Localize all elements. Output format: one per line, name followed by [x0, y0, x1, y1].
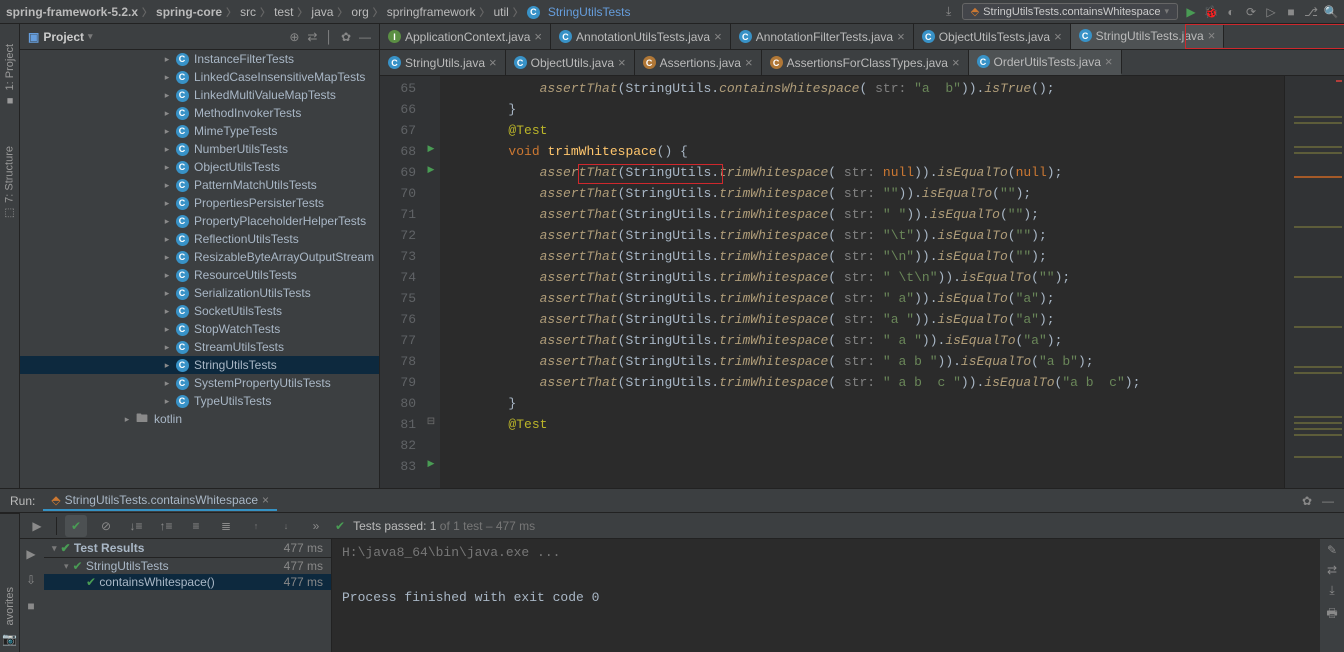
git-button[interactable]: ⎇: [1304, 5, 1318, 19]
print-icon[interactable]: 🖶: [1326, 604, 1337, 625]
tree-item[interactable]: ▸CStringUtilsTests: [20, 356, 379, 374]
sort2-icon[interactable]: ↑≡: [155, 515, 177, 537]
tree-item[interactable]: ▸CObjectUtilsTests: [20, 158, 379, 176]
down-icon[interactable]: ↓: [275, 515, 297, 537]
close-icon[interactable]: ×: [618, 55, 626, 70]
editor-tab[interactable]: COrderUtilsTests.java×: [969, 50, 1122, 75]
tree-item[interactable]: ▸CNumberUtilsTests: [20, 140, 379, 158]
editor-tab[interactable]: CAnnotationFilterTests.java×: [731, 24, 914, 49]
up-icon[interactable]: ↑: [245, 515, 267, 537]
editor-area: IApplicationContext.java×CAnnotationUtil…: [380, 24, 1344, 488]
collapse-icon[interactable]: │: [325, 30, 333, 44]
editor-tab[interactable]: CAssertions.java×: [635, 50, 762, 75]
editor-tab[interactable]: CObjectUtilsTests.java×: [914, 24, 1071, 49]
hide-icon[interactable]: —: [359, 30, 371, 44]
tree-item[interactable]: ▸CInstanceFilterTests: [20, 50, 379, 68]
wrap-icon[interactable]: ⇄: [1327, 563, 1337, 577]
editor-tab[interactable]: CObjectUtils.java×: [506, 50, 635, 75]
run-panel: Run: ⬘ StringUtilsTests.containsWhitespa…: [0, 488, 1344, 652]
close-icon[interactable]: ×: [489, 55, 497, 70]
cont-button[interactable]: ▷: [1264, 5, 1278, 19]
editor-tab[interactable]: CStringUtils.java×: [380, 50, 506, 75]
hide-icon[interactable]: —: [1322, 494, 1334, 508]
run-config-dropdown[interactable]: ⬘ StringUtilsTests.containsWhitespace ▾: [962, 3, 1178, 20]
show-passed-icon[interactable]: ✔: [65, 515, 87, 537]
edit-icon[interactable]: ✎: [1327, 543, 1337, 557]
breadcrumb-bar: spring-framework-5.2.x〉spring-core〉src〉t…: [0, 0, 1344, 24]
settings-icon[interactable]: ✿: [341, 30, 351, 44]
minimap[interactable]: [1284, 76, 1344, 488]
tree-item[interactable]: ▸CLinkedCaseInsensitiveMapTests: [20, 68, 379, 86]
tree-item[interactable]: ▸CMimeTypeTests: [20, 122, 379, 140]
editor-tab[interactable]: CStringUtilsTests.java×: [1071, 24, 1225, 49]
tree-item[interactable]: ▸CSystemPropertyUtilsTests: [20, 374, 379, 392]
locate-icon[interactable]: ⊕: [289, 30, 299, 44]
tree-item[interactable]: ▸CPropertiesPersisterTests: [20, 194, 379, 212]
tree-item[interactable]: ▸CTypeUtilsTests: [20, 392, 379, 410]
run-title: Run:: [10, 494, 35, 508]
close-icon[interactable]: ×: [1054, 29, 1062, 44]
coverage-button[interactable]: ◐: [1224, 5, 1238, 19]
tree-item[interactable]: ▸CMethodInvokerTests: [20, 104, 379, 122]
scroll-end-icon[interactable]: ⤓: [1329, 583, 1334, 598]
tree-item[interactable]: ▸CStopWatchTests: [20, 320, 379, 338]
test-status: Tests passed: 1 of 1 test – 477 ms: [353, 519, 535, 533]
editor-tab[interactable]: CAssertionsForClassTypes.java×: [762, 50, 969, 75]
tree-item[interactable]: ▸CResizableByteArrayOutputStream: [20, 248, 379, 266]
test-row[interactable]: ✔ containsWhitespace()477 ms: [44, 574, 331, 590]
stop-side-button[interactable]: ■: [20, 595, 42, 617]
tree-item[interactable]: ▸CPropertyPlaceholderHelperTests: [20, 212, 379, 230]
tab-favorites[interactable]: avorites: [4, 587, 16, 626]
scroll-icon[interactable]: ⇄: [307, 30, 317, 44]
close-icon[interactable]: ×: [1105, 54, 1113, 69]
tree-item[interactable]: ▸CSocketUtilsTests: [20, 302, 379, 320]
pass-icon: ✔: [335, 519, 345, 533]
rerun-side-button[interactable]: ▶: [20, 543, 42, 565]
tree-item[interactable]: ▸CPatternMatchUtilsTests: [20, 176, 379, 194]
tree-item[interactable]: ▸CLinkedMultiValueMapTests: [20, 86, 379, 104]
close-icon[interactable]: ×: [897, 29, 905, 44]
expand-icon[interactable]: ≡: [185, 515, 207, 537]
search-button[interactable]: 🔍: [1324, 5, 1338, 19]
close-icon[interactable]: ×: [534, 29, 542, 44]
project-title[interactable]: ▣Project▾: [28, 30, 93, 44]
toggle-button[interactable]: ⇩: [20, 569, 42, 591]
run-button[interactable]: ▶: [1184, 5, 1198, 19]
breadcrumb[interactable]: spring-framework-5.2.x〉spring-core〉src〉t…: [6, 4, 631, 19]
tree-item[interactable]: ▸CResourceUtilsTests: [20, 266, 379, 284]
collapse-icon[interactable]: ≣: [215, 515, 237, 537]
close-icon[interactable]: ×: [745, 55, 753, 70]
close-icon[interactable]: ×: [1208, 28, 1216, 43]
build-icon[interactable]: ⤓: [942, 5, 956, 19]
test-row[interactable]: ▾✔ StringUtilsTests477 ms: [44, 558, 331, 574]
sort-icon[interactable]: ↓≡: [125, 515, 147, 537]
console-output[interactable]: H:\java8_64\bin\java.exe ... Process fin…: [332, 539, 1320, 652]
rerun-button[interactable]: ▶: [26, 515, 48, 537]
stop-button[interactable]: ■: [1284, 5, 1298, 19]
export-icon[interactable]: »: [305, 515, 327, 537]
tree-item[interactable]: ▸CSerializationUtilsTests: [20, 284, 379, 302]
tab-structure[interactable]: ⬚7: Structure: [3, 146, 16, 220]
project-panel: ▣Project▾ ⊕ ⇄ │ ✿ — ▸CInstanceFilterTest…: [20, 24, 380, 488]
close-icon[interactable]: ×: [952, 55, 960, 70]
tab-project[interactable]: ■1: Project: [4, 44, 16, 106]
debug-button[interactable]: 🐞: [1204, 5, 1218, 19]
show-ignored-icon[interactable]: ⊘: [95, 515, 117, 537]
editor-tab[interactable]: IApplicationContext.java×: [380, 24, 551, 49]
editor-tab[interactable]: CAnnotationUtilsTests.java×: [551, 24, 731, 49]
close-icon[interactable]: ×: [714, 29, 722, 44]
tree-item[interactable]: ▸CReflectionUtilsTests: [20, 230, 379, 248]
gear-icon[interactable]: ✿: [1302, 494, 1312, 508]
profile-button[interactable]: ⟳: [1244, 5, 1258, 19]
camera-icon[interactable]: 📷: [2, 632, 17, 646]
left-tool-strip: ■1: Project ⬚7: Structure: [0, 24, 20, 488]
run-tab[interactable]: ⬘ StringUtilsTests.containsWhitespace ×: [43, 491, 277, 511]
test-results-header[interactable]: ▾ ✔ Test Results 477 ms: [44, 539, 331, 558]
tree-item[interactable]: ▸CStreamUtilsTests: [20, 338, 379, 356]
close-icon[interactable]: ×: [262, 493, 269, 507]
